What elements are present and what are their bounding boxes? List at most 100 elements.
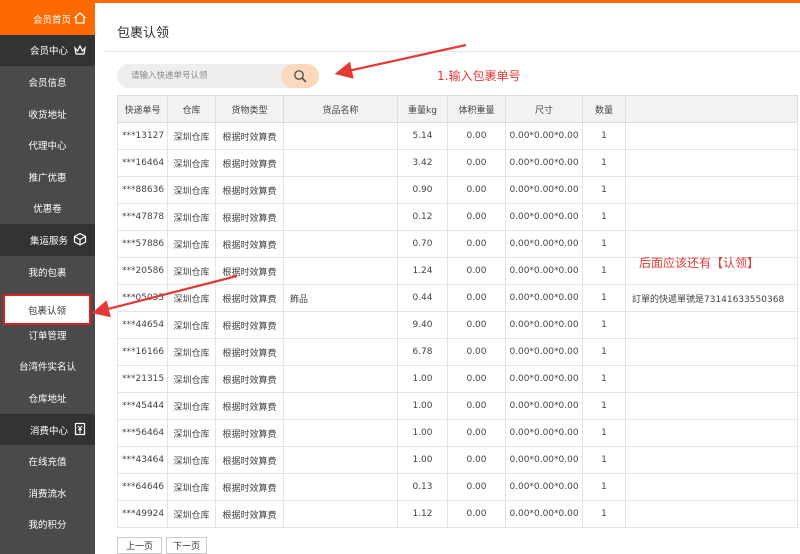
table-cell: 根据时效算费 (215, 338, 284, 366)
table-cell: 深圳仓库 (167, 338, 216, 366)
column-header: 重量kg (397, 95, 448, 123)
sidebar-item[interactable]: 会员信息 (0, 66, 95, 98)
table-cell: 0.12 (397, 203, 448, 231)
table-cell: 0.00*0.00*0.00 (505, 149, 583, 177)
sidebar-item[interactable]: 优惠卷 (0, 193, 95, 225)
table-cell: 深圳仓库 (167, 257, 216, 285)
table-cell: 0.00*0.00*0.00 (505, 419, 583, 447)
table-cell: 0.90 (397, 176, 448, 204)
annotation-step1: 1.输入包裹单号 (437, 69, 521, 83)
table-cell: 根据时效算费 (215, 203, 284, 231)
table-row: ***64646 深圳仓库 根据时效算费 0.13 0.00 0.00*0.00*0.00… (117, 473, 798, 501)
table-cell: 5.14 (397, 122, 448, 150)
sidebar-item-label: 台湾件实名认 (18, 362, 76, 374)
table-cell (283, 338, 398, 366)
table-cell: 3.42 (397, 149, 448, 177)
prev-page-label: 上一页 (125, 542, 153, 552)
table-cell: 1 (582, 122, 626, 150)
table-cell: 深圳仓库 (167, 149, 216, 177)
table-cell: 深圳仓库 (167, 446, 216, 474)
table-cell: ***16464 (117, 149, 168, 177)
sidebar-item[interactable]: 我的包裹 (0, 256, 95, 288)
crown-icon (73, 43, 87, 57)
table-cell: 根据时效算费 (215, 311, 284, 339)
search-button[interactable] (281, 64, 319, 88)
table-cell: 0.00 (447, 149, 506, 177)
column-header: 数量 (582, 95, 626, 123)
next-page-button[interactable]: 下一页 (166, 537, 207, 554)
table-cell: 0.00*0.00*0.00 (505, 473, 583, 501)
table-cell: 1.12 (397, 500, 448, 528)
table-row: ***49924 深圳仓库 根据时效算费 1.12 0.00 0.00*0.00*0.00… (117, 500, 798, 528)
table-cell: 1 (582, 284, 626, 312)
table-cell (283, 203, 398, 231)
sidebar-item-label: 我的包裹 (28, 267, 67, 279)
table-cell: 深圳仓库 (167, 230, 216, 258)
sidebar-item-label: 在线充值 (28, 457, 67, 469)
sidebar-item[interactable]: 会员首页 (0, 3, 95, 35)
table-cell (625, 176, 798, 204)
column-header: 尺寸 (505, 95, 583, 123)
table-cell: 0.00 (447, 311, 506, 339)
table-cell: 0.44 (397, 284, 448, 312)
sidebar-item[interactable]: 收货地址 (0, 98, 95, 130)
table-cell (625, 473, 798, 501)
table-cell: ***49924 (117, 500, 168, 528)
search-input[interactable] (117, 64, 282, 88)
table-cell (625, 122, 798, 150)
sidebar-item-label: 代理中心 (28, 141, 67, 153)
table-cell: 訂單的快遞單號是73141633550368 (625, 284, 798, 312)
sidebar-item[interactable]: 会员中心 (0, 34, 95, 67)
sidebar-item[interactable]: 消费流水 (0, 477, 95, 509)
table-cell (625, 500, 798, 528)
table-cell: 深圳仓库 (167, 176, 216, 204)
table-cell: 0.00*0.00*0.00 (505, 284, 583, 312)
sidebar-item[interactable]: 在线充值 (0, 445, 95, 477)
sidebar-item-package-claim[interactable]: 包裹认领 (3, 294, 91, 325)
sidebar-item[interactable]: 代理中心 (0, 129, 95, 161)
table-cell: ***05035 (117, 284, 168, 312)
sidebar-item[interactable]: 仓库地址 (0, 382, 95, 414)
sidebar-item[interactable]: 推广优惠 (0, 161, 95, 193)
table-row: ***16464 深圳仓库 根据时效算费 3.42 0.00 0.00*0.00*0.00… (117, 149, 798, 177)
sidebar-item-label: 会员信息 (28, 77, 67, 89)
table-cell: 1 (582, 419, 626, 447)
table-cell: 0.00*0.00*0.00 (505, 311, 583, 339)
table-cell: 0.00 (447, 122, 506, 150)
table-cell: 1 (582, 338, 626, 366)
table-cell: 0.00*0.00*0.00 (505, 257, 583, 285)
table-row: ***45444 深圳仓库 根据时效算费 1.00 0.00 0.00*0.00*0.00… (117, 392, 798, 420)
sidebar-item[interactable]: 我的积分 (0, 509, 95, 541)
sidebar-item[interactable]: 消费中心 (0, 413, 95, 446)
table-cell (283, 176, 398, 204)
table-cell: 0.00 (447, 230, 506, 258)
table-cell: ***44654 (117, 311, 168, 339)
sidebar-item[interactable]: 集运服务 (0, 224, 95, 256)
table-cell: 深圳仓库 (167, 122, 216, 150)
table-cell: ***16166 (117, 338, 168, 366)
table-cell: 深圳仓库 (167, 473, 216, 501)
table-cell: 0.00 (447, 176, 506, 204)
table-cell (625, 203, 798, 231)
sidebar-item-label: 消费流水 (28, 488, 67, 500)
table-cell: 1 (582, 446, 626, 474)
table-cell: 深圳仓库 (167, 500, 216, 528)
table-cell: 1.00 (397, 446, 448, 474)
table-cell: ***88636 (117, 176, 168, 204)
table-row: ***43464 深圳仓库 根据时效算费 1.00 0.00 0.00*0.00*0.00… (117, 446, 798, 474)
table-cell (625, 365, 798, 393)
table-cell: 0.00 (447, 446, 506, 474)
wallet-icon (73, 422, 87, 436)
table-cell: 深圳仓库 (167, 392, 216, 420)
table-cell (283, 230, 398, 258)
sidebar-item[interactable]: 台湾件实名认 (0, 351, 95, 383)
table-cell: 深圳仓库 (167, 365, 216, 393)
table-cell: 深圳仓库 (167, 419, 216, 447)
table-cell: 1 (582, 392, 626, 420)
annotation-note: 后面应该还有【认领】 (639, 256, 760, 270)
prev-page-button[interactable]: 上一页 (117, 537, 162, 554)
sidebar-item-label: 会员中心 (30, 46, 69, 58)
sidebar-item-label: 推广优惠 (28, 172, 67, 184)
table-cell: 1.00 (397, 365, 448, 393)
table-cell: 0.00*0.00*0.00 (505, 365, 583, 393)
